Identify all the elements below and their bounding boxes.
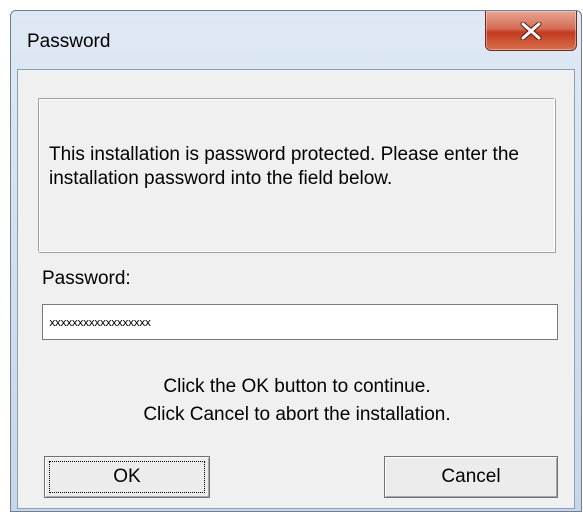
cancel-button[interactable]: Cancel: [384, 456, 558, 498]
focus-rectangle: [49, 461, 205, 493]
abort-hint: Click Cancel to abort the installation.: [143, 404, 451, 425]
continue-hint: Click the OK button to continue.: [163, 376, 431, 397]
window-title: Password: [27, 31, 111, 52]
close-button[interactable]: [485, 11, 577, 51]
password-input[interactable]: [42, 304, 558, 340]
dialog-body: This installation is password protected.…: [17, 69, 575, 509]
password-dialog: Password This installation is password p…: [10, 10, 582, 512]
password-label: Password:: [42, 268, 131, 289]
ok-button[interactable]: OK: [44, 456, 210, 498]
cancel-button-label: Cancel: [441, 466, 501, 487]
close-icon: [520, 21, 542, 40]
info-message: This installation is password protected.…: [49, 144, 519, 189]
info-panel: This installation is password protected.…: [38, 98, 555, 252]
title-bar[interactable]: Password: [11, 11, 581, 71]
